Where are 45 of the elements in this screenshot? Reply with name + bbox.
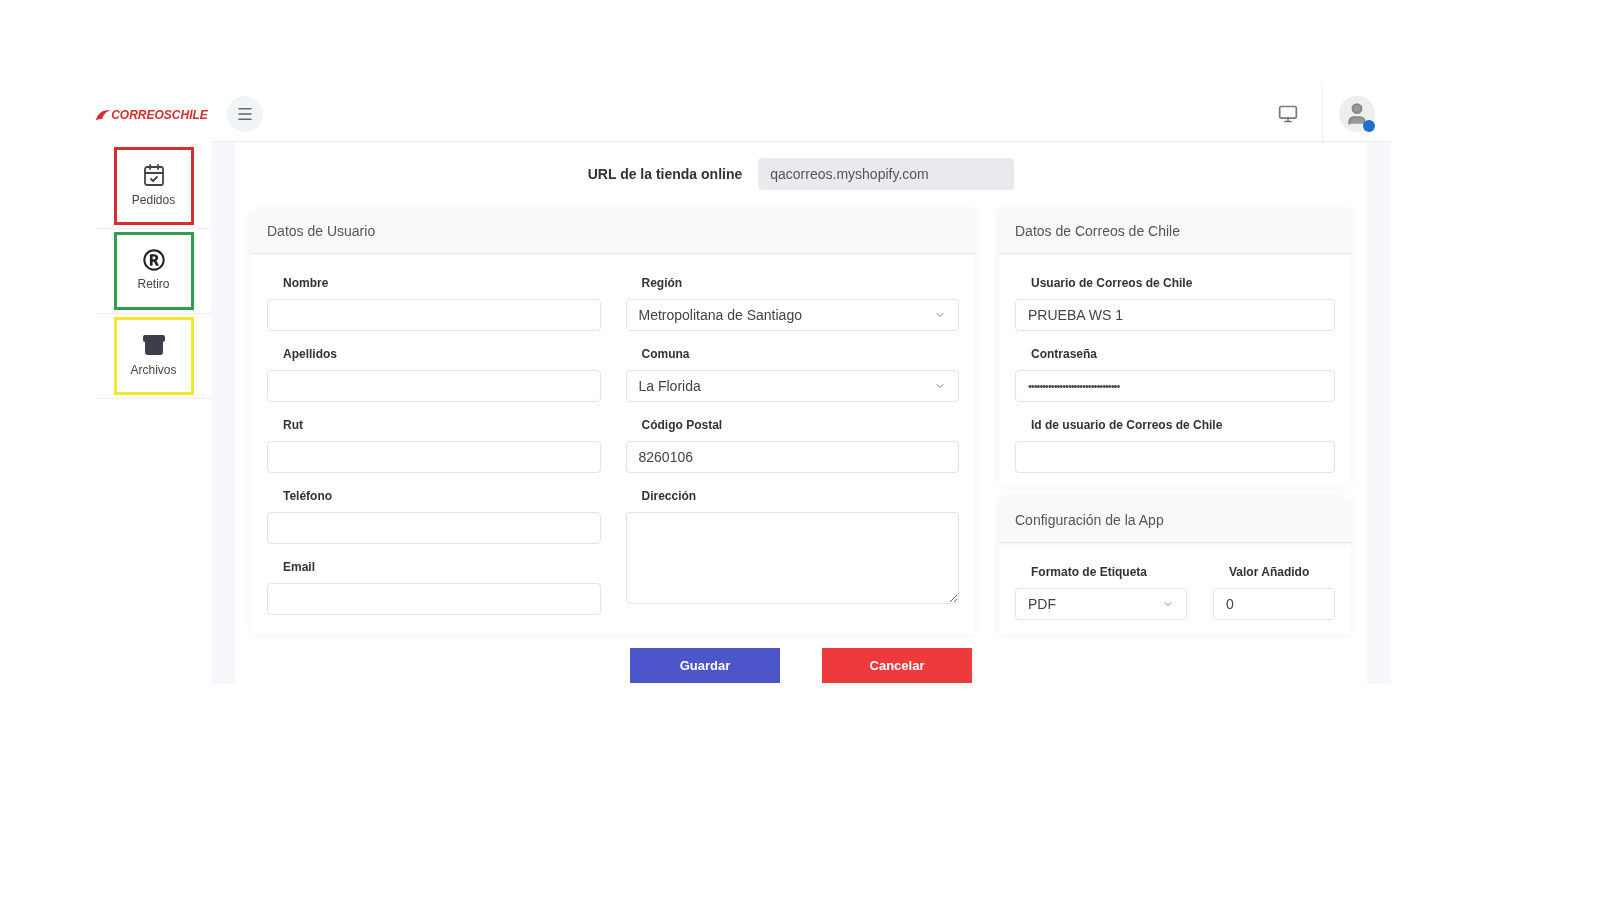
card-header: Datos de Correos de Chile <box>999 210 1351 254</box>
sidebar-item[interactable]: Pedidos <box>113 147 194 225</box>
registered-icon <box>142 249 165 271</box>
input-field[interactable] <box>267 299 601 331</box>
card-header: Configuración de la App <box>999 499 1351 543</box>
input-field[interactable] <box>267 583 601 615</box>
field-label: Id de usuario de Correos de Chile <box>1030 417 1224 434</box>
field-label: Teléfono <box>282 488 334 505</box>
field-label: Usuario de Correos de Chile <box>1030 275 1194 292</box>
input-field[interactable] <box>1015 441 1335 473</box>
field-label: Email <box>282 559 316 576</box>
input-field[interactable] <box>267 512 601 544</box>
select-field[interactable]: Metropolitana de Santiago <box>625 299 959 331</box>
card-header: Datos de Usuario <box>251 210 975 254</box>
field-label: Nombre <box>282 275 330 292</box>
field-label: Rut <box>282 417 304 434</box>
input-field[interactable]: 0 <box>1213 588 1335 620</box>
select-field[interactable]: La Florida <box>625 370 959 402</box>
sidebar-item[interactable]: Archivos <box>113 317 194 395</box>
action-button[interactable]: Guardar <box>630 648 780 683</box>
field-label: Región <box>640 275 684 292</box>
archive-box-icon <box>141 333 166 357</box>
field-label: URL de la tienda online <box>587 164 743 184</box>
logo: CORREOSCHILE <box>95 106 212 124</box>
monitor-icon[interactable] <box>1278 103 1298 124</box>
field-label: Dirección <box>640 488 698 505</box>
url-field[interactable]: qacorreos.myshopify.com <box>758 158 1015 190</box>
action-button[interactable]: Cancelar <box>822 648 972 683</box>
password-field[interactable]: •••••••••••••••••••••••••••••••• <box>1015 370 1335 402</box>
input-field[interactable] <box>267 370 601 402</box>
input-field[interactable]: PRUEBA WS 1 <box>1015 299 1335 331</box>
calendar-check-icon <box>141 163 166 187</box>
field-label: Contraseña <box>1030 346 1099 363</box>
menu-button[interactable] <box>227 95 263 132</box>
field-label: Código Postal <box>640 417 724 434</box>
sidebar-item[interactable]: Retiro <box>113 232 194 310</box>
select-field[interactable]: PDF <box>1015 588 1187 620</box>
field-label: Formato de Etiqueta <box>1030 564 1148 581</box>
address-textarea[interactable] <box>625 512 959 604</box>
input-field[interactable]: 8260106 <box>625 441 959 473</box>
field-label: Valor Añadido <box>1228 564 1311 581</box>
field-label: Comuna <box>640 346 691 363</box>
input-field[interactable] <box>267 441 601 473</box>
user-avatar-icon[interactable] <box>1339 95 1375 132</box>
field-label: Apellidos <box>282 346 338 363</box>
